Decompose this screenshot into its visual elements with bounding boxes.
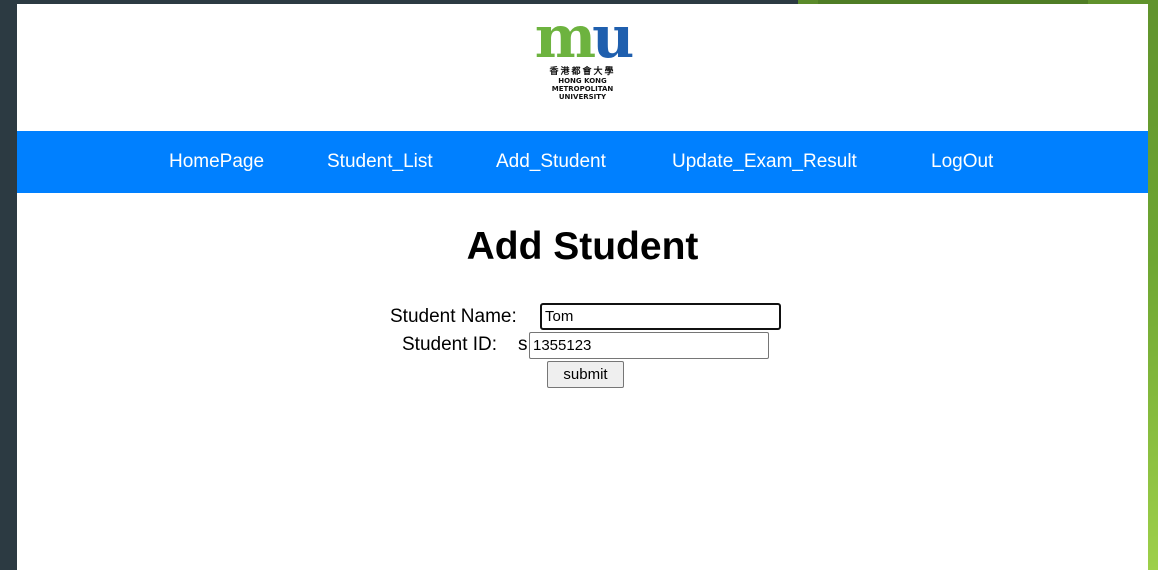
nav-update-exam-result[interactable]: Update_Exam_Result bbox=[672, 131, 857, 193]
logo-chinese-name: 香港都會大學 bbox=[549, 67, 616, 77]
logo-english-line1: HONG KONG bbox=[558, 77, 607, 85]
logo-mark-m: m bbox=[534, 4, 596, 71]
student-name-input[interactable] bbox=[540, 303, 781, 330]
student-name-label: Student Name: bbox=[390, 306, 517, 327]
logo-english-line3: UNIVERSITY bbox=[558, 93, 607, 101]
university-logo: mu 香港都會大學 HONG KONG METROPOLITAN UNIVERS… bbox=[17, 4, 1148, 131]
browser-page: mu 香港都會大學 HONG KONG METROPOLITAN UNIVERS… bbox=[17, 4, 1148, 570]
nav-student-list[interactable]: Student_List bbox=[327, 131, 433, 193]
student-id-input[interactable] bbox=[529, 332, 769, 359]
student-id-label: Student ID: bbox=[402, 334, 498, 355]
page-title: Add Student bbox=[466, 225, 699, 268]
student-id-prefix: s bbox=[518, 334, 528, 355]
navigation-bar: HomePage Student_List Add_Student Update… bbox=[17, 131, 1148, 193]
logo-english-line2: METROPOLITAN bbox=[551, 85, 614, 93]
logo-mark-u: u bbox=[592, 4, 634, 71]
submit-button[interactable]: submit bbox=[547, 361, 624, 388]
logo-mark: mu bbox=[534, 4, 635, 71]
nav-logout[interactable]: LogOut bbox=[931, 131, 993, 193]
nav-add-student[interactable]: Add_Student bbox=[496, 131, 606, 193]
nav-homepage[interactable]: HomePage bbox=[169, 131, 264, 193]
